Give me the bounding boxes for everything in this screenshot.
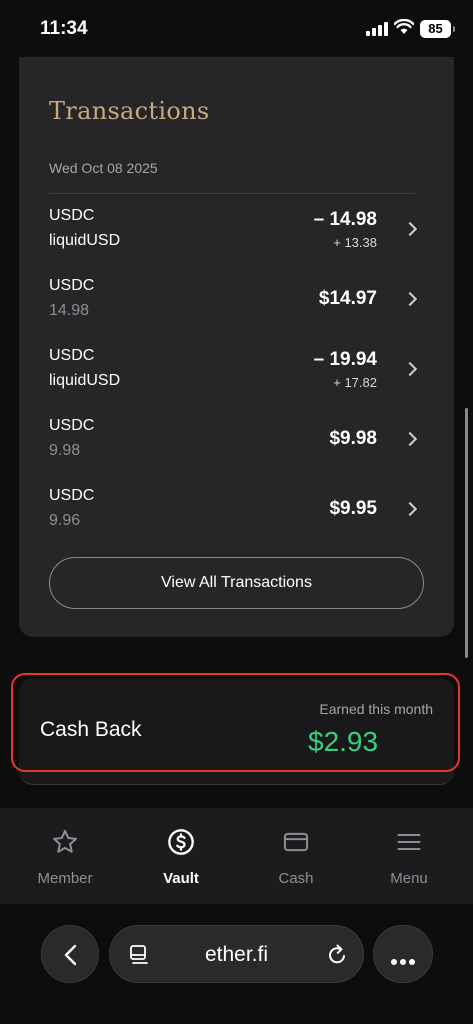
- bottom-nav: Member Vault Cash Menu: [0, 808, 473, 904]
- transaction-row[interactable]: USDC 9.96 $9.95: [49, 487, 425, 547]
- transaction-sub: liquidUSD: [49, 372, 121, 389]
- earned-value: $2.93: [308, 726, 379, 757]
- transaction-sub: 9.98: [49, 442, 81, 459]
- transaction-name: USDC: [49, 417, 95, 434]
- chevron-right-icon: [402, 291, 418, 307]
- transaction-amount: $14.97: [318, 288, 377, 309]
- menu-icon: [397, 833, 421, 851]
- nav-label: Cash: [278, 870, 314, 887]
- transaction-amount: – 19.94: [313, 349, 377, 370]
- more-dots-icon: [391, 952, 418, 970]
- divider: [49, 193, 415, 194]
- transaction-row[interactable]: USDC 14.98 $14.97: [49, 277, 425, 337]
- transaction-name: USDC: [49, 487, 95, 504]
- nav-item-cash[interactable]: Cash: [237, 808, 355, 904]
- url-bar[interactable]: ether.fi: [109, 925, 364, 983]
- transaction-row[interactable]: USDC 9.98 $9.98: [49, 417, 425, 477]
- scrollbar[interactable]: [465, 408, 468, 658]
- earned-label: Earned this month: [319, 701, 433, 717]
- transaction-sub: 14.98: [49, 302, 90, 319]
- transaction-name: USDC: [49, 207, 95, 224]
- transaction-name: USDC: [49, 347, 95, 364]
- transaction-secondary-amount: + 17.82: [333, 375, 377, 390]
- chevron-right-icon: [402, 221, 418, 237]
- transaction-amount: $9.98: [329, 428, 377, 449]
- transactions-title: Transactions: [49, 97, 210, 125]
- nav-label: Menu: [390, 870, 428, 887]
- chevron-right-icon: [402, 431, 418, 447]
- chevron-right-icon: [402, 501, 418, 517]
- nav-label: Vault: [163, 870, 199, 887]
- battery-icon: 85: [420, 20, 455, 38]
- nav-item-menu[interactable]: Menu: [350, 808, 468, 904]
- transaction-name: USDC: [49, 277, 95, 294]
- transaction-amount: – 14.98: [313, 209, 377, 230]
- transaction-sub: 9.96: [49, 512, 81, 529]
- wifi-icon: [394, 19, 414, 34]
- chevron-right-icon: [402, 361, 418, 377]
- browser-toolbar: ether.fi: [0, 904, 473, 1024]
- nav-item-member[interactable]: Member: [6, 808, 124, 904]
- transactions-card: Transactions Wed Oct 08 2025 USDC liquid…: [19, 57, 454, 637]
- nav-item-vault[interactable]: Vault: [122, 808, 240, 904]
- status-time: 11:34: [40, 18, 88, 39]
- transactions-date: Wed Oct 08 2025: [49, 160, 158, 176]
- transaction-row[interactable]: USDC liquidUSD – 14.98 + 13.38: [49, 207, 425, 267]
- signal-icon: [366, 22, 388, 36]
- chevron-left-icon: [64, 944, 77, 966]
- transaction-row[interactable]: USDC liquidUSD – 19.94 + 17.82: [49, 347, 425, 407]
- cashback-title: Cash Back: [40, 718, 142, 741]
- status-bar: 11:34 85: [0, 0, 473, 58]
- transaction-secondary-amount: + 13.38: [333, 235, 377, 250]
- transaction-amount: $9.95: [329, 498, 377, 519]
- card-icon: [283, 832, 309, 852]
- dollar-circle-icon: [168, 829, 194, 855]
- star-icon: [53, 829, 77, 853]
- back-button[interactable]: [41, 925, 99, 983]
- reload-icon[interactable]: [325, 943, 349, 967]
- transaction-sub: liquidUSD: [49, 232, 121, 249]
- view-all-transactions-button[interactable]: View All Transactions: [49, 557, 424, 609]
- nav-label: Member: [37, 870, 93, 887]
- more-button[interactable]: [373, 925, 433, 983]
